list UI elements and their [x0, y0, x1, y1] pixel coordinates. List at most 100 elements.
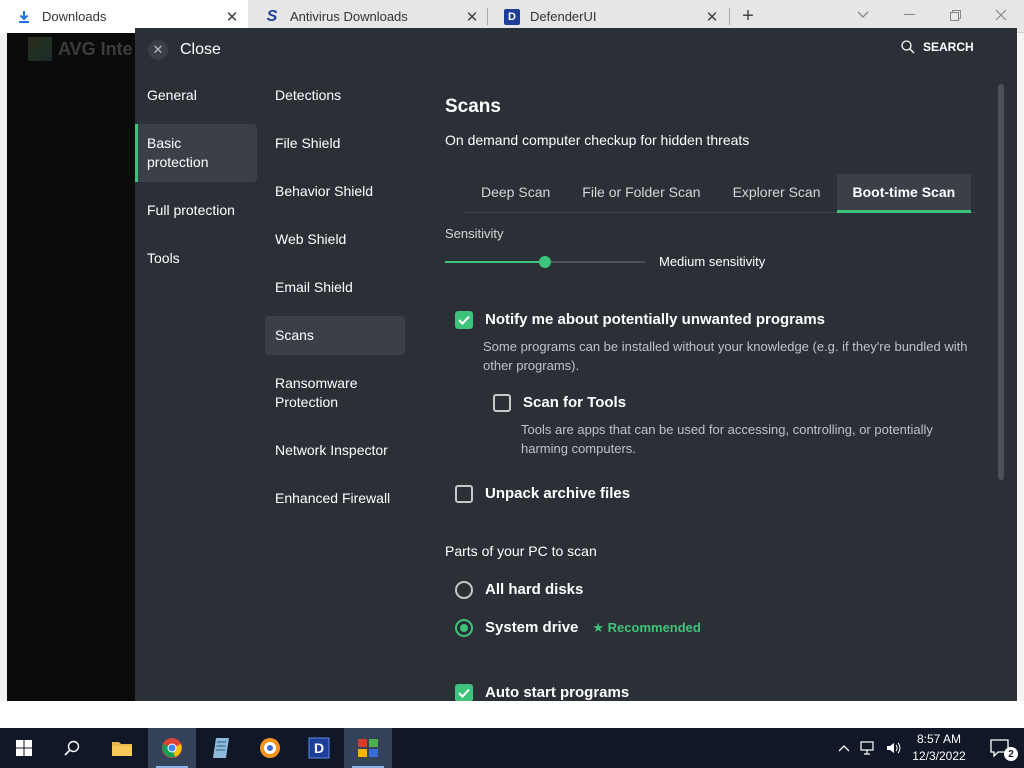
nav-item-label: Email Shield: [275, 279, 353, 295]
windows-logo-icon: [16, 740, 32, 756]
nav-item-enhanced-firewall[interactable]: Enhanced Firewall: [265, 479, 405, 518]
tab-search-chevron-icon[interactable]: [840, 0, 886, 30]
pup-description: Some programs can be installed without y…: [483, 339, 968, 373]
auto-start-checkbox[interactable]: [455, 684, 473, 702]
sensitivity-slider-handle[interactable]: [539, 256, 551, 268]
nav-item-detections[interactable]: Detections: [265, 76, 405, 115]
nav-item-general[interactable]: General: [135, 76, 257, 115]
tab-divider: [729, 8, 730, 25]
nav-item-file-shield[interactable]: File Shield: [265, 124, 405, 163]
secondary-nav: Detections File Shield Behavior Shield W…: [265, 76, 405, 527]
system-drive-label: System drive: [485, 619, 579, 636]
shield-icon: [260, 738, 280, 758]
chrome-taskbar-button[interactable]: [148, 728, 196, 768]
nav-item-behavior-shield[interactable]: Behavior Shield: [265, 172, 405, 211]
tab-label: Deep Scan: [481, 184, 551, 200]
nav-item-web-shield[interactable]: Web Shield: [265, 220, 405, 259]
tab-boot-time-scan[interactable]: Boot-time Scan: [836, 174, 972, 213]
nav-item-label: Web Shield: [275, 231, 347, 247]
restore-button[interactable]: [932, 0, 978, 30]
radio-dot: [460, 624, 468, 632]
close-settings-button[interactable]: ✕ Close: [148, 40, 221, 60]
nav-item-network-inspector[interactable]: Network Inspector: [265, 431, 405, 470]
checkmark-icon: [458, 315, 470, 325]
pup-checkbox[interactable]: [455, 311, 473, 329]
windows-taskbar: D 8:57 AM 12/3/2022 2: [0, 728, 1024, 768]
volume-icon[interactable]: [886, 741, 902, 755]
tab-explorer-scan[interactable]: Explorer Scan: [717, 174, 837, 213]
scan-tools-option[interactable]: Scan for Tools: [493, 394, 626, 412]
nav-item-label: Network Inspector: [275, 442, 388, 458]
defenderui-taskbar-button[interactable]: D: [295, 728, 343, 768]
nav-item-label: Behavior Shield: [275, 183, 374, 199]
avast-taskbar-button[interactable]: [246, 728, 294, 768]
nav-item-scans[interactable]: Scans: [265, 316, 405, 355]
auto-start-option[interactable]: Auto start programs: [455, 684, 629, 702]
notification-count: 2: [1004, 747, 1018, 761]
unpack-archive-checkbox[interactable]: [455, 485, 473, 503]
nav-item-label: Basic protection: [147, 135, 209, 170]
scans-content: Scans On demand computer checkup for hid…: [445, 96, 985, 148]
close-icon[interactable]: ✕: [704, 9, 720, 26]
app-dark-backdrop: [7, 33, 135, 701]
close-icon[interactable]: ✕: [464, 9, 480, 26]
minimize-button[interactable]: [886, 0, 932, 30]
clock-date: 12/3/2022: [912, 749, 966, 763]
network-icon[interactable]: [860, 741, 876, 755]
page-title: Scans: [445, 96, 501, 117]
file-explorer-button[interactable]: [98, 728, 146, 768]
content-scrollbar[interactable]: [998, 84, 1004, 480]
clock-time: 8:57 AM: [916, 732, 962, 746]
new-tab-button[interactable]: +: [738, 5, 758, 27]
notifications-button[interactable]: 2: [976, 728, 1024, 768]
start-button[interactable]: [0, 728, 48, 768]
nav-item-email-shield[interactable]: Email Shield: [265, 268, 405, 307]
tab-file-or-folder-scan[interactable]: File or Folder Scan: [566, 174, 716, 213]
nav-item-full-protection[interactable]: Full protection: [135, 191, 257, 230]
pup-option[interactable]: Notify me about potentially unwanted pro…: [455, 311, 825, 329]
tab-label: File or Folder Scan: [582, 184, 701, 200]
taskbar-clock[interactable]: 8:57 AM 12/3/2022: [908, 731, 970, 765]
chevron-up-icon[interactable]: [838, 744, 850, 752]
nav-item-label: Full protection: [147, 202, 235, 218]
all-hard-disks-option[interactable]: All hard disks: [455, 581, 583, 599]
search-taskbar-button[interactable]: [48, 728, 96, 768]
avg-taskbar-button[interactable]: [344, 728, 392, 768]
sensitivity-slider[interactable]: [445, 256, 645, 268]
nav-item-label: File Shield: [275, 135, 341, 151]
scan-tools-description: Tools are apps that can be used for acce…: [521, 422, 933, 456]
system-drive-radio[interactable]: [455, 619, 473, 637]
system-drive-option[interactable]: System drive ★ Recommended: [455, 619, 701, 637]
close-label: Close: [180, 41, 221, 58]
all-hard-disks-label: All hard disks: [485, 581, 584, 598]
svg-text:D: D: [314, 740, 324, 756]
all-hard-disks-radio[interactable]: [455, 581, 473, 599]
nav-item-tools[interactable]: Tools: [135, 239, 257, 278]
tab-label: Explorer Scan: [732, 184, 821, 200]
window-close-button[interactable]: [978, 0, 1024, 30]
nav-item-label: General: [147, 87, 197, 103]
d-logo-icon: D: [308, 737, 330, 759]
nav-item-basic-protection[interactable]: Basic protection: [135, 124, 257, 182]
search-button[interactable]: SEARCH: [901, 40, 974, 54]
tab-deep-scan[interactable]: Deep Scan: [465, 174, 566, 213]
s-logo-icon: S: [266, 7, 278, 25]
notepad-icon: [213, 738, 229, 758]
unpack-archive-option[interactable]: Unpack archive files: [455, 485, 630, 503]
tab-label: Downloads: [42, 9, 107, 24]
app-taskbar-button[interactable]: [197, 728, 245, 768]
scan-tools-checkbox[interactable]: [493, 394, 511, 412]
page-subtitle: On demand computer checkup for hidden th…: [445, 132, 750, 148]
chrome-icon: [162, 738, 182, 758]
page-left-edge: [0, 33, 7, 701]
search-icon: [64, 740, 80, 756]
d-logo-icon: D: [504, 8, 520, 25]
nav-item-label: Scans: [275, 327, 314, 343]
pup-label: Notify me about potentially unwanted pro…: [485, 311, 826, 328]
search-label: SEARCH: [923, 40, 974, 54]
avg-logo: AVG Inte: [28, 37, 133, 61]
close-icon[interactable]: ✕: [224, 9, 240, 26]
sensitivity-value: Medium sensitivity: [659, 254, 766, 269]
nav-item-ransomware-protection[interactable]: Ransomware Protection: [265, 364, 385, 422]
avg-logo-text: AVG Inte: [58, 38, 133, 59]
